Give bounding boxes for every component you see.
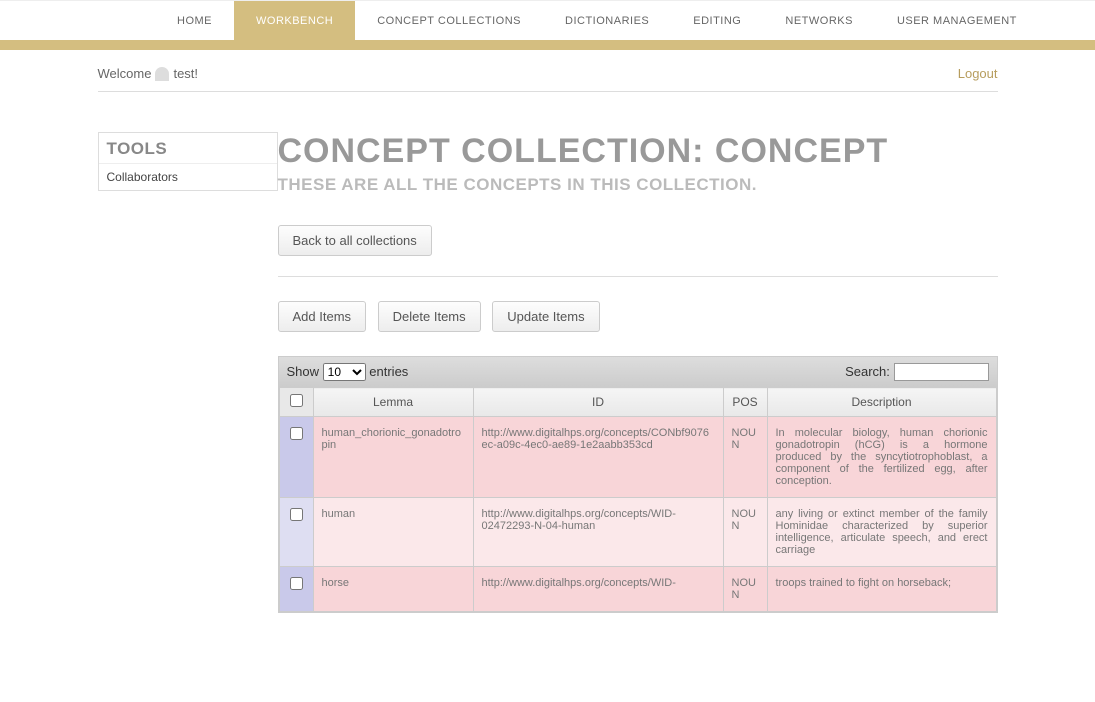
page-title: CONCEPT COLLECTION: CONCEPT <box>278 132 998 171</box>
row-checkbox[interactable] <box>290 508 303 521</box>
page-size-select[interactable]: 10 25 50 100 <box>323 363 366 381</box>
cell-id: http://www.digitalhps.org/concepts/WID-0… <box>473 498 723 567</box>
nav-editing[interactable]: EDITING <box>671 1 763 40</box>
show-label-pre: Show <box>287 364 320 379</box>
row-checkbox[interactable] <box>290 577 303 590</box>
page-size-control: Show 10 25 50 100 entries <box>287 363 409 381</box>
cell-description: troops trained to fight on horseback; <box>767 567 996 612</box>
table-wrap: Show 10 25 50 100 entries Search: <box>278 356 998 613</box>
search-control: Search: <box>845 363 988 381</box>
nav-dictionaries[interactable]: DICTIONARIES <box>543 1 671 40</box>
show-label-post: entries <box>369 364 408 379</box>
welcome-text: Welcome test! <box>98 66 199 81</box>
cell-pos: NOUN <box>723 417 767 498</box>
cell-pos: NOUN <box>723 567 767 612</box>
sidebar-item-collaborators[interactable]: Collaborators <box>99 163 277 190</box>
col-checkbox <box>279 388 313 417</box>
col-description[interactable]: Description <box>767 388 996 417</box>
welcome-bar: Welcome test! Logout <box>98 50 998 92</box>
cell-description: In molecular biology, human chorionic go… <box>767 417 996 498</box>
welcome-label: Welcome <box>98 66 152 81</box>
nav-spacer <box>0 1 155 40</box>
col-pos[interactable]: POS <box>723 388 767 417</box>
nav-networks[interactable]: NETWORKS <box>763 1 875 40</box>
col-id[interactable]: ID <box>473 388 723 417</box>
cell-lemma: human <box>313 498 473 567</box>
search-input[interactable] <box>894 363 989 381</box>
nav-workbench[interactable]: WORKBENCH <box>234 1 355 40</box>
table-row: horse http://www.digitalhps.org/concepts… <box>279 567 996 612</box>
table-row: human http://www.digitalhps.org/concepts… <box>279 498 996 567</box>
nav-user-management[interactable]: USER MANAGEMENT <box>875 1 1039 40</box>
cell-lemma: horse <box>313 567 473 612</box>
page-subtitle: THESE ARE ALL THE CONCEPTS IN THIS COLLE… <box>278 175 998 195</box>
content: CONCEPT COLLECTION: CONCEPT THESE ARE AL… <box>278 132 998 613</box>
add-items-button[interactable]: Add Items <box>278 301 367 332</box>
delete-items-button[interactable]: Delete Items <box>378 301 481 332</box>
accent-strip <box>0 40 1095 50</box>
table-row: human_chorionic_gonadotropin http://www.… <box>279 417 996 498</box>
cell-description: any living or extinct member of the fami… <box>767 498 996 567</box>
row-checkbox[interactable] <box>290 427 303 440</box>
cell-id: http://www.digitalhps.org/concepts/WID- <box>473 567 723 612</box>
user-icon <box>155 67 169 81</box>
nav-home[interactable]: HOME <box>155 1 234 40</box>
cell-id: http://www.digitalhps.org/concepts/CONbf… <box>473 417 723 498</box>
username: test! <box>173 66 198 81</box>
top-nav: HOME WORKBENCH CONCEPT COLLECTIONS DICTI… <box>0 0 1095 40</box>
col-lemma[interactable]: Lemma <box>313 388 473 417</box>
divider <box>278 276 998 277</box>
back-to-collections-button[interactable]: Back to all collections <box>278 225 432 256</box>
nav-concept-collections[interactable]: CONCEPT COLLECTIONS <box>355 1 543 40</box>
sidebar-title: TOOLS <box>99 133 277 163</box>
search-label: Search: <box>845 364 890 379</box>
concepts-table: Lemma ID POS Description human_chorionic… <box>279 387 997 612</box>
sidebar: TOOLS Collaborators <box>98 132 278 613</box>
logout-link[interactable]: Logout <box>958 66 998 81</box>
update-items-button[interactable]: Update Items <box>492 301 599 332</box>
select-all-checkbox[interactable] <box>290 394 303 407</box>
cell-lemma: human_chorionic_gonadotropin <box>313 417 473 498</box>
cell-pos: NOUN <box>723 498 767 567</box>
